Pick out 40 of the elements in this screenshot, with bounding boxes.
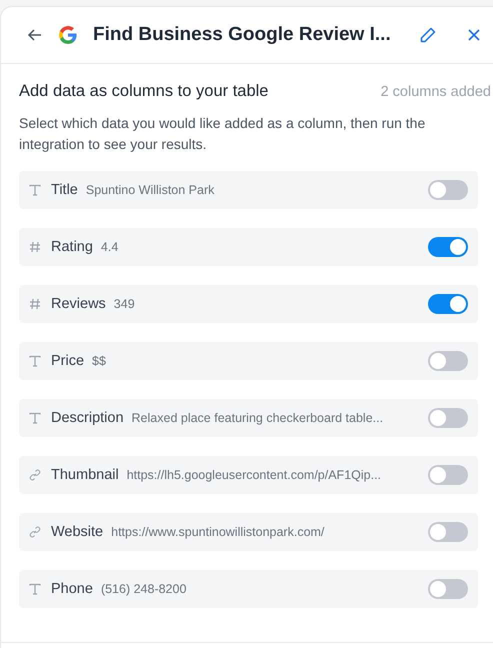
field-label: Phone <box>51 581 93 597</box>
field-label: Thumbnail <box>51 467 119 483</box>
field-label: Description <box>51 410 124 426</box>
text-type-icon <box>29 355 41 367</box>
field-value: $$ <box>92 354 107 368</box>
text-type-icon <box>29 184 41 196</box>
field-value: 4.4 <box>100 240 120 254</box>
toggle-switch[interactable] <box>428 180 468 200</box>
field-label: Rating <box>51 239 93 255</box>
columns-count: 2 columns added <box>380 84 491 100</box>
field-label: Website <box>51 524 104 540</box>
field-value: https://lh5.googleusercontent.com/p/AF1Qip... <box>126 468 382 482</box>
field-label: Price <box>51 353 84 369</box>
toggle-switch[interactable] <box>428 408 468 428</box>
field-value: Relaxed place featuring checkerboard table... <box>132 411 384 425</box>
section-description: Select which data you would like added as a column, then run the integration to see your results. <box>19 114 426 154</box>
text-type-icon <box>29 412 41 424</box>
link-icon <box>29 469 41 481</box>
section-heading: Add data as columns to your table <box>19 82 268 101</box>
link-icon <box>29 526 41 538</box>
edit-button[interactable] <box>419 26 437 44</box>
google-logo-icon <box>59 26 77 44</box>
window-title: Find Business Google Review I... <box>93 24 392 46</box>
field-label: Reviews <box>51 296 106 312</box>
field-label: Title <box>51 182 78 198</box>
text-type-icon <box>29 583 41 595</box>
hash-icon <box>29 298 41 310</box>
toggle-switch[interactable] <box>428 522 468 542</box>
toggle-switch[interactable] <box>428 465 468 485</box>
field-value: https://www.spuntinowillistonpark.com/ <box>111 525 326 539</box>
field-value: Spuntino Williston Park <box>86 183 216 197</box>
toggle-switch[interactable] <box>428 579 468 599</box>
field-value: (516) 248-8200 <box>100 582 188 596</box>
field-value: 349 <box>114 297 136 311</box>
toggle-switch[interactable] <box>428 351 468 371</box>
back-button[interactable] <box>27 27 43 43</box>
toggle-switch[interactable] <box>428 237 468 257</box>
close-button[interactable] <box>467 28 481 42</box>
hash-icon <box>29 241 41 253</box>
toggle-switch[interactable] <box>428 294 468 314</box>
